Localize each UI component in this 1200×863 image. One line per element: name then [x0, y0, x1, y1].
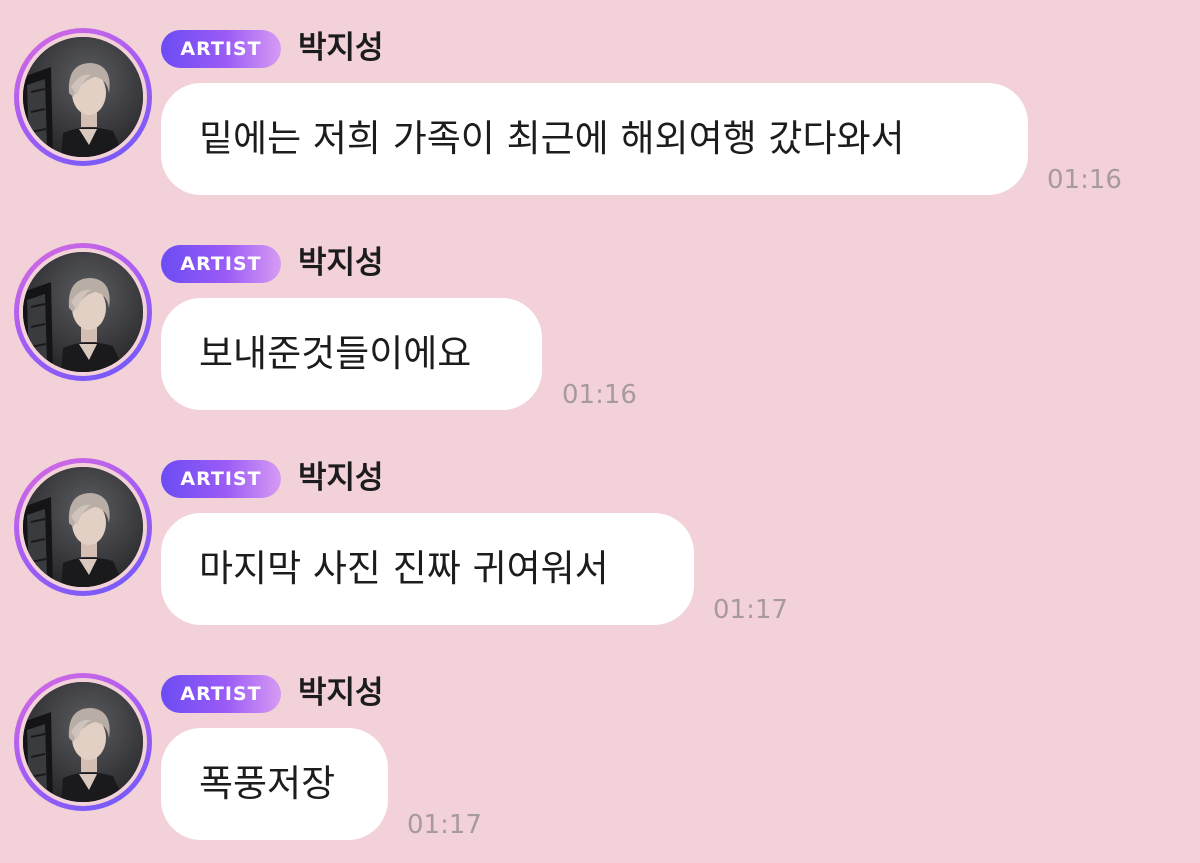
avatar[interactable]: [14, 673, 152, 811]
sender-name: 박지성: [298, 675, 384, 711]
chat-message: ARTIST 박지성 폭풍저장 01:17: [0, 645, 1200, 860]
message-bubble[interactable]: 폭풍저장: [161, 728, 388, 840]
avatar-photo: [23, 682, 143, 802]
artist-badge: ARTIST: [161, 245, 281, 283]
artist-badge: ARTIST: [161, 460, 281, 498]
message-bubble[interactable]: 밑에는 저희 가족이 최근에 해외여행 갔다와서: [161, 83, 1028, 195]
chat-message: ARTIST 박지성 보내준것들이에요 01:16: [0, 215, 1200, 430]
chat-message: ARTIST 박지성 마지막 사진 진짜 귀여워서 01:17: [0, 430, 1200, 645]
avatar[interactable]: [14, 28, 152, 166]
avatar[interactable]: [14, 243, 152, 381]
artist-badge: ARTIST: [161, 675, 281, 713]
message-bubble[interactable]: 보내준것들이에요: [161, 298, 542, 410]
avatar-photo: [23, 467, 143, 587]
message-timestamp: 01:16: [562, 380, 637, 410]
sender-name: 박지성: [298, 30, 384, 66]
chat-message: ARTIST 박지성 밑에는 저희 가족이 최근에 해외여행 갔다와서 01:1…: [0, 0, 1200, 215]
sender-name: 박지성: [298, 245, 384, 281]
sender-name: 박지성: [298, 460, 384, 496]
message-timestamp: 01:17: [407, 810, 482, 840]
avatar[interactable]: [14, 458, 152, 596]
artist-badge: ARTIST: [161, 30, 281, 68]
avatar-photo: [23, 37, 143, 157]
message-timestamp: 01:16: [1047, 165, 1122, 195]
avatar-photo: [23, 252, 143, 372]
message-timestamp: 01:17: [713, 595, 788, 625]
message-bubble[interactable]: 마지막 사진 진짜 귀여워서: [161, 513, 694, 625]
